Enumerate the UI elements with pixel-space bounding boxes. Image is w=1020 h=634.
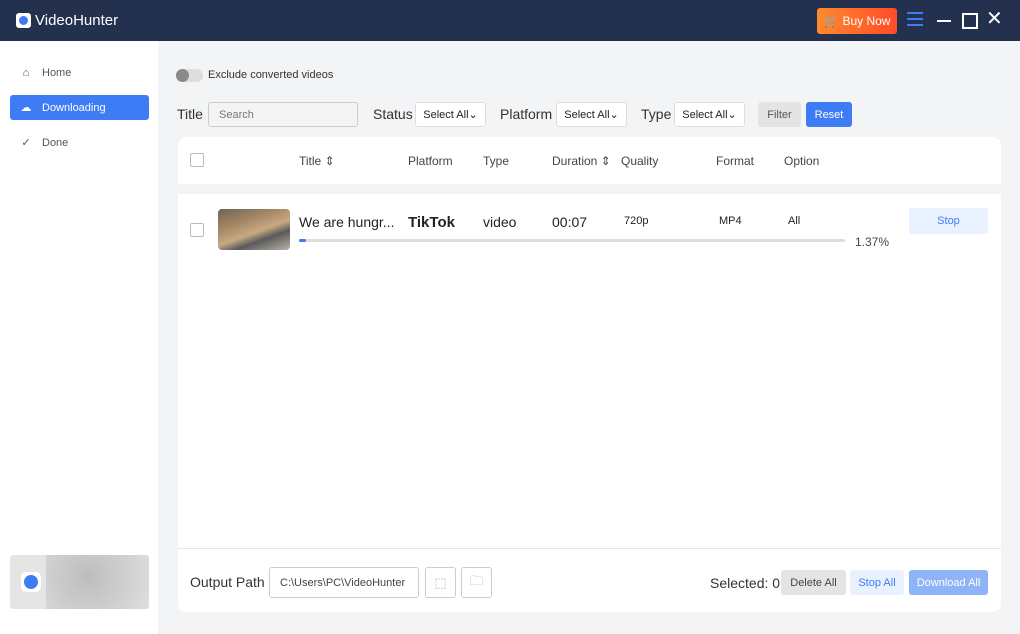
- row-duration: 00:07: [552, 214, 588, 230]
- table-body: We are hungr... TikTok video 00:07 720p …: [178, 194, 1001, 548]
- app-logo-icon: [16, 13, 31, 28]
- cursor-select-icon: ⬚: [434, 574, 447, 590]
- row-quality: 720p: [624, 215, 649, 227]
- reset-button[interactable]: Reset: [806, 102, 852, 127]
- status-select[interactable]: Select All ⌄: [415, 102, 486, 127]
- exclude-converted-toggle[interactable]: [176, 69, 203, 82]
- promo-app-icon: [21, 572, 41, 592]
- column-duration[interactable]: Duration ⇕: [552, 154, 611, 168]
- exclude-converted-label: Exclude converted videos: [208, 69, 334, 81]
- sort-icon: ⇕: [600, 154, 611, 168]
- output-path-label: Output Path: [190, 574, 265, 590]
- row-platform: TikTok: [408, 214, 455, 231]
- progress-percent: 1.37%: [855, 235, 890, 249]
- type-filter-label: Type: [641, 106, 672, 122]
- column-platform: Platform: [408, 154, 453, 168]
- sidebar-item-done[interactable]: ✓ Done: [10, 130, 149, 155]
- row-option: All: [788, 215, 801, 227]
- stop-all-button[interactable]: Stop All: [850, 570, 904, 595]
- stop-button[interactable]: Stop: [909, 208, 988, 234]
- column-quality: Quality: [621, 154, 659, 168]
- home-icon: ⌂: [22, 66, 30, 79]
- type-select[interactable]: Select All ⌄: [674, 102, 745, 127]
- platform-select[interactable]: Select All ⌄: [556, 102, 627, 127]
- open-browse-button[interactable]: ⬚: [425, 567, 456, 598]
- app-title: VideoHunter: [35, 12, 119, 29]
- title-bar: VideoHunter 🛒 Buy Now ✕: [0, 0, 1020, 41]
- sort-icon: ⇕: [324, 154, 335, 168]
- open-folder-button[interactable]: 🗀: [461, 567, 492, 598]
- column-option: Option: [784, 154, 820, 168]
- selected-count: Selected: 0: [710, 575, 781, 591]
- row-checkbox[interactable]: [190, 223, 204, 237]
- chevron-down-icon: ⌄: [468, 109, 478, 121]
- delete-all-button[interactable]: Delete All: [781, 570, 846, 595]
- column-format: Format: [716, 154, 755, 168]
- progress-fill: [299, 239, 307, 242]
- column-title[interactable]: Title ⇕: [299, 154, 335, 168]
- filter-button[interactable]: Filter: [758, 102, 801, 127]
- promo-banner[interactable]: [10, 555, 149, 609]
- folder-icon: 🗀: [469, 572, 483, 588]
- minimize-icon[interactable]: [936, 12, 952, 28]
- sidebar: ⌂ Home ☁ Downloading ✓ Done: [0, 41, 158, 634]
- sidebar-item-downloading[interactable]: ☁ Downloading: [10, 95, 149, 120]
- sidebar-item-home[interactable]: ⌂ Home: [10, 60, 149, 85]
- row-title: We are hungr...: [299, 214, 395, 230]
- select-all-checkbox[interactable]: [190, 153, 204, 167]
- platform-filter-label: Platform: [500, 106, 553, 122]
- promo-image: [46, 555, 149, 609]
- menu-icon[interactable]: [907, 12, 923, 28]
- close-icon[interactable]: ✕: [986, 9, 1003, 29]
- column-type: Type: [483, 154, 510, 168]
- video-thumbnail: [218, 209, 290, 250]
- search-input[interactable]: [208, 102, 358, 127]
- maximize-icon[interactable]: [961, 12, 978, 29]
- footer-bar: Output Path ⬚ 🗀 Selected: 0 Delete All S…: [178, 548, 1001, 612]
- title-filter-label: Title: [177, 106, 203, 122]
- output-path-field[interactable]: [269, 567, 419, 598]
- buy-now-button[interactable]: 🛒 Buy Now: [817, 8, 897, 34]
- download-all-button[interactable]: Download All: [909, 570, 988, 595]
- row-type: video: [483, 214, 517, 230]
- table-header: Title ⇕ Platform Type Duration ⇕ Quality…: [178, 137, 1001, 184]
- cloud-download-icon: ☁: [20, 102, 32, 114]
- row-format: MP4: [719, 215, 742, 227]
- chevron-down-icon: ⌄: [609, 109, 619, 121]
- download-progress-bar: [299, 239, 845, 242]
- cart-icon: 🛒: [823, 14, 839, 28]
- status-filter-label: Status: [373, 106, 413, 122]
- check-circle-icon: ✓: [21, 137, 31, 149]
- chevron-down-icon: ⌄: [727, 109, 737, 121]
